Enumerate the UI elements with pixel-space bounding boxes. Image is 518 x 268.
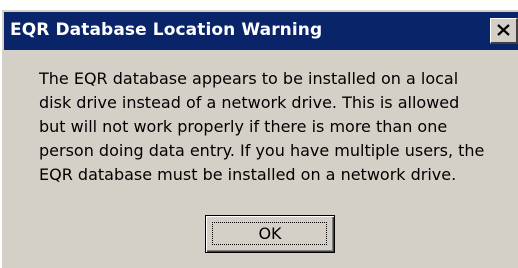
- warning-dialog: EQR Database Location Warning The EQR da…: [0, 10, 518, 268]
- ok-button[interactable]: OK: [205, 215, 335, 253]
- close-x-icon: [497, 24, 510, 36]
- message-line: disk drive instead of a network drive. T…: [39, 93, 460, 112]
- message-line: but will not work properly if there is m…: [39, 117, 448, 136]
- title-bar[interactable]: EQR Database Location Warning: [4, 12, 518, 50]
- dialog-title: EQR Database Location Warning: [10, 20, 323, 40]
- message-line: EQR database must be installed on a netw…: [39, 165, 457, 184]
- close-button[interactable]: [490, 18, 518, 44]
- ok-button-label: OK: [258, 224, 282, 243]
- warning-message: The EQR database appears to be installed…: [39, 67, 517, 187]
- message-line: The EQR database appears to be installed…: [39, 69, 459, 88]
- message-line: person doing data entry. If you have mul…: [39, 141, 485, 160]
